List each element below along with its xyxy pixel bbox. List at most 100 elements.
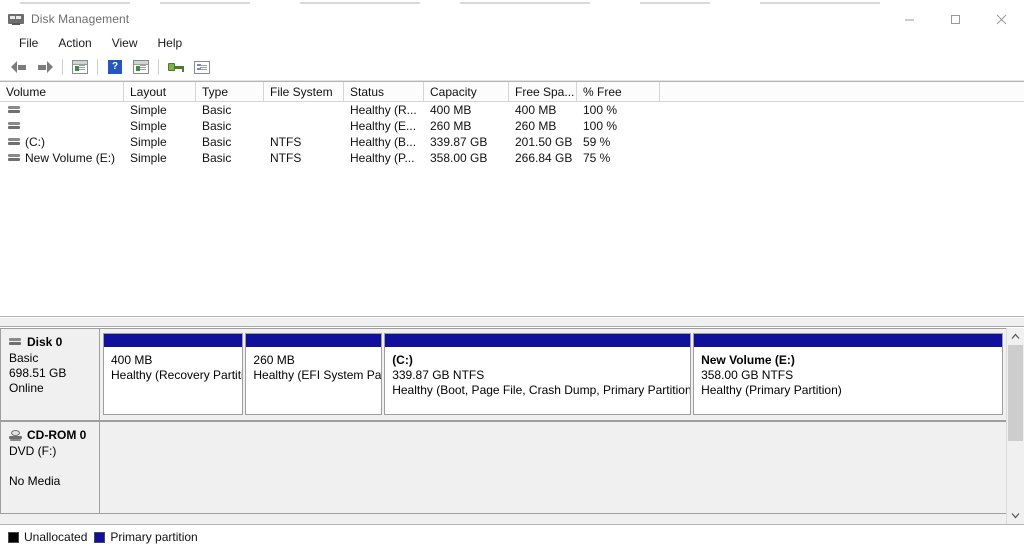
disk-info-cdrom-0[interactable]: CD-ROM 0 DVD (F:) No Media <box>0 421 100 514</box>
graphic-view-scrollbar[interactable] <box>1006 328 1024 524</box>
close-button[interactable] <box>978 6 1024 32</box>
cell-free-space: 266.84 GB <box>515 151 573 165</box>
disk-type: Basic <box>9 351 39 365</box>
cell-volume <box>0 106 124 114</box>
partition-block[interactable]: (C:) 339.87 GB NTFS Healthy (Boot, Page … <box>384 333 692 415</box>
drive-icon <box>8 106 20 114</box>
drive-icon <box>8 122 20 130</box>
column-header-capacity[interactable]: Capacity <box>424 82 509 101</box>
partition-body: New Volume (E:) 358.00 GB NTFS Healthy (… <box>694 348 1002 414</box>
disk-title: CD-ROM 0 <box>9 428 99 442</box>
disk-name: CD-ROM 0 <box>27 428 87 442</box>
partition-strip-disk-0: 400 MB Healthy (Recovery Partitio 260 MB… <box>100 328 1007 421</box>
disk-name: Disk 0 <box>27 335 63 349</box>
menu-item-action[interactable]: Action <box>49 33 100 53</box>
key-icon <box>167 61 185 73</box>
cdrom-empty-area <box>100 421 1007 514</box>
legend-label-unallocated: Unallocated <box>24 530 88 544</box>
cell-volume <box>0 122 124 130</box>
cell-free-space: 400 MB <box>515 103 557 117</box>
cell-capacity: 339.87 GB <box>430 135 488 149</box>
window-title: Disk Management <box>31 12 130 26</box>
disk-info-disk-0[interactable]: Disk 0 Basic 698.51 GB Online <box>0 328 100 421</box>
column-header-type[interactable]: Type <box>196 82 264 101</box>
window-play-icon <box>133 60 149 74</box>
column-header-free-space[interactable]: Free Spa... <box>509 82 577 101</box>
cell-status: Healthy (R... <box>350 103 417 117</box>
action-menu-button[interactable] <box>128 56 154 78</box>
toolbar: ? <box>0 54 1024 81</box>
cell-status: Healthy (B... <box>350 135 417 149</box>
menu-item-file[interactable]: File <box>10 33 47 53</box>
disk-icon <box>9 338 22 346</box>
legend-bar: Unallocated Primary partition <box>0 524 1024 549</box>
disk-title: Disk 0 <box>9 335 99 349</box>
partition-status: Healthy (Recovery Partitio <box>111 368 243 382</box>
minimize-button[interactable] <box>886 6 932 32</box>
toolbar-separator <box>62 59 63 75</box>
partition-capacity-bar <box>104 334 243 348</box>
column-header-percent-free[interactable]: % Free <box>577 82 660 101</box>
partition-name: (C:) <box>392 353 413 367</box>
cell-capacity: 260 MB <box>430 119 472 133</box>
cell-file-system: NTFS <box>270 135 302 149</box>
partition-body: (C:) 339.87 GB NTFS Healthy (Boot, Page … <box>385 348 691 414</box>
volume-list-header: Volume Layout Type File System Status Ca… <box>0 82 1024 102</box>
maximize-button[interactable] <box>932 6 978 32</box>
volume-list-rows: Simple Basic Healthy (R... 400 MB 400 MB… <box>0 102 1024 166</box>
menu-item-view[interactable]: View <box>103 33 147 53</box>
partition-status: Healthy (EFI System Par <box>253 368 382 382</box>
cell-percent-free: 100 % <box>583 119 618 133</box>
legend-label-primary-partition: Primary partition <box>110 530 198 544</box>
show-hide-console-tree-button[interactable] <box>67 56 93 78</box>
table-row[interactable]: Simple Basic Healthy (E... 260 MB 260 MB… <box>0 118 1024 134</box>
cell-volume: (C:) <box>0 134 124 150</box>
properties-button[interactable] <box>189 56 215 78</box>
partition-size: 260 MB <box>253 353 295 367</box>
disk-type: DVD (F:) <box>9 444 57 458</box>
table-row[interactable]: (C:) Simple Basic NTFS Healthy (B... 339… <box>0 134 1024 150</box>
menu-item-help[interactable]: Help <box>149 33 192 53</box>
cell-layout: Simple <box>130 119 167 133</box>
disk-size: 698.51 GB <box>9 366 67 380</box>
cell-capacity: 400 MB <box>430 103 472 117</box>
volume-list-pane: Volume Layout Type File System Status Ca… <box>0 81 1024 317</box>
table-row[interactable]: New Volume (E:) Simple Basic NTFS Health… <box>0 150 1024 166</box>
partition-block[interactable]: 400 MB Healthy (Recovery Partitio <box>103 333 244 415</box>
column-header-status[interactable]: Status <box>344 82 424 101</box>
scrollbar-track[interactable] <box>1007 345 1024 507</box>
cdrom-icon <box>9 429 22 441</box>
cell-type: Basic <box>202 151 232 165</box>
forward-button[interactable] <box>32 56 58 78</box>
disk-management-window: Disk Management File Action View Help ? … <box>0 0 1024 549</box>
disk-row-disk-0[interactable]: Disk 0 Basic 698.51 GB Online 400 MB Hea… <box>0 328 1007 421</box>
pane-splitter[interactable] <box>0 317 1024 327</box>
legend-item-unallocated: Unallocated <box>8 530 87 544</box>
partition-block[interactable]: New Volume (E:) 358.00 GB NTFS Healthy (… <box>693 333 1003 415</box>
table-row[interactable]: Simple Basic Healthy (R... 400 MB 400 MB… <box>0 102 1024 118</box>
column-header-volume[interactable]: Volume <box>0 82 124 101</box>
cell-type: Basic <box>202 103 232 117</box>
back-button[interactable] <box>6 56 32 78</box>
scroll-up-button[interactable] <box>1007 328 1024 345</box>
disk-row-cdrom-0[interactable]: CD-ROM 0 DVD (F:) No Media <box>0 421 1007 514</box>
scroll-down-button[interactable] <box>1007 507 1024 524</box>
help-question-icon: ? <box>108 60 122 74</box>
scrollbar-thumb[interactable] <box>1008 345 1023 441</box>
cell-free-space: 260 MB <box>515 119 557 133</box>
cell-status: Healthy (P... <box>350 151 415 165</box>
cell-percent-free: 100 % <box>583 103 618 117</box>
cell-capacity: 358.00 GB <box>430 151 488 165</box>
console-tree-icon <box>72 60 88 74</box>
partition-block[interactable]: 260 MB Healthy (EFI System Par <box>245 333 383 415</box>
column-header-file-system[interactable]: File System <box>264 82 344 101</box>
title-bar: Disk Management <box>0 6 1024 32</box>
rescan-disks-button[interactable] <box>163 56 189 78</box>
disk-status: No Media <box>9 474 61 488</box>
partition-body: 400 MB Healthy (Recovery Partitio <box>104 348 243 414</box>
disk-status: Online <box>9 381 44 395</box>
column-header-layout[interactable]: Layout <box>124 82 196 101</box>
help-button[interactable]: ? <box>102 56 128 78</box>
cell-file-system: NTFS <box>270 151 302 165</box>
partition-size: 358.00 GB NTFS <box>701 368 794 382</box>
